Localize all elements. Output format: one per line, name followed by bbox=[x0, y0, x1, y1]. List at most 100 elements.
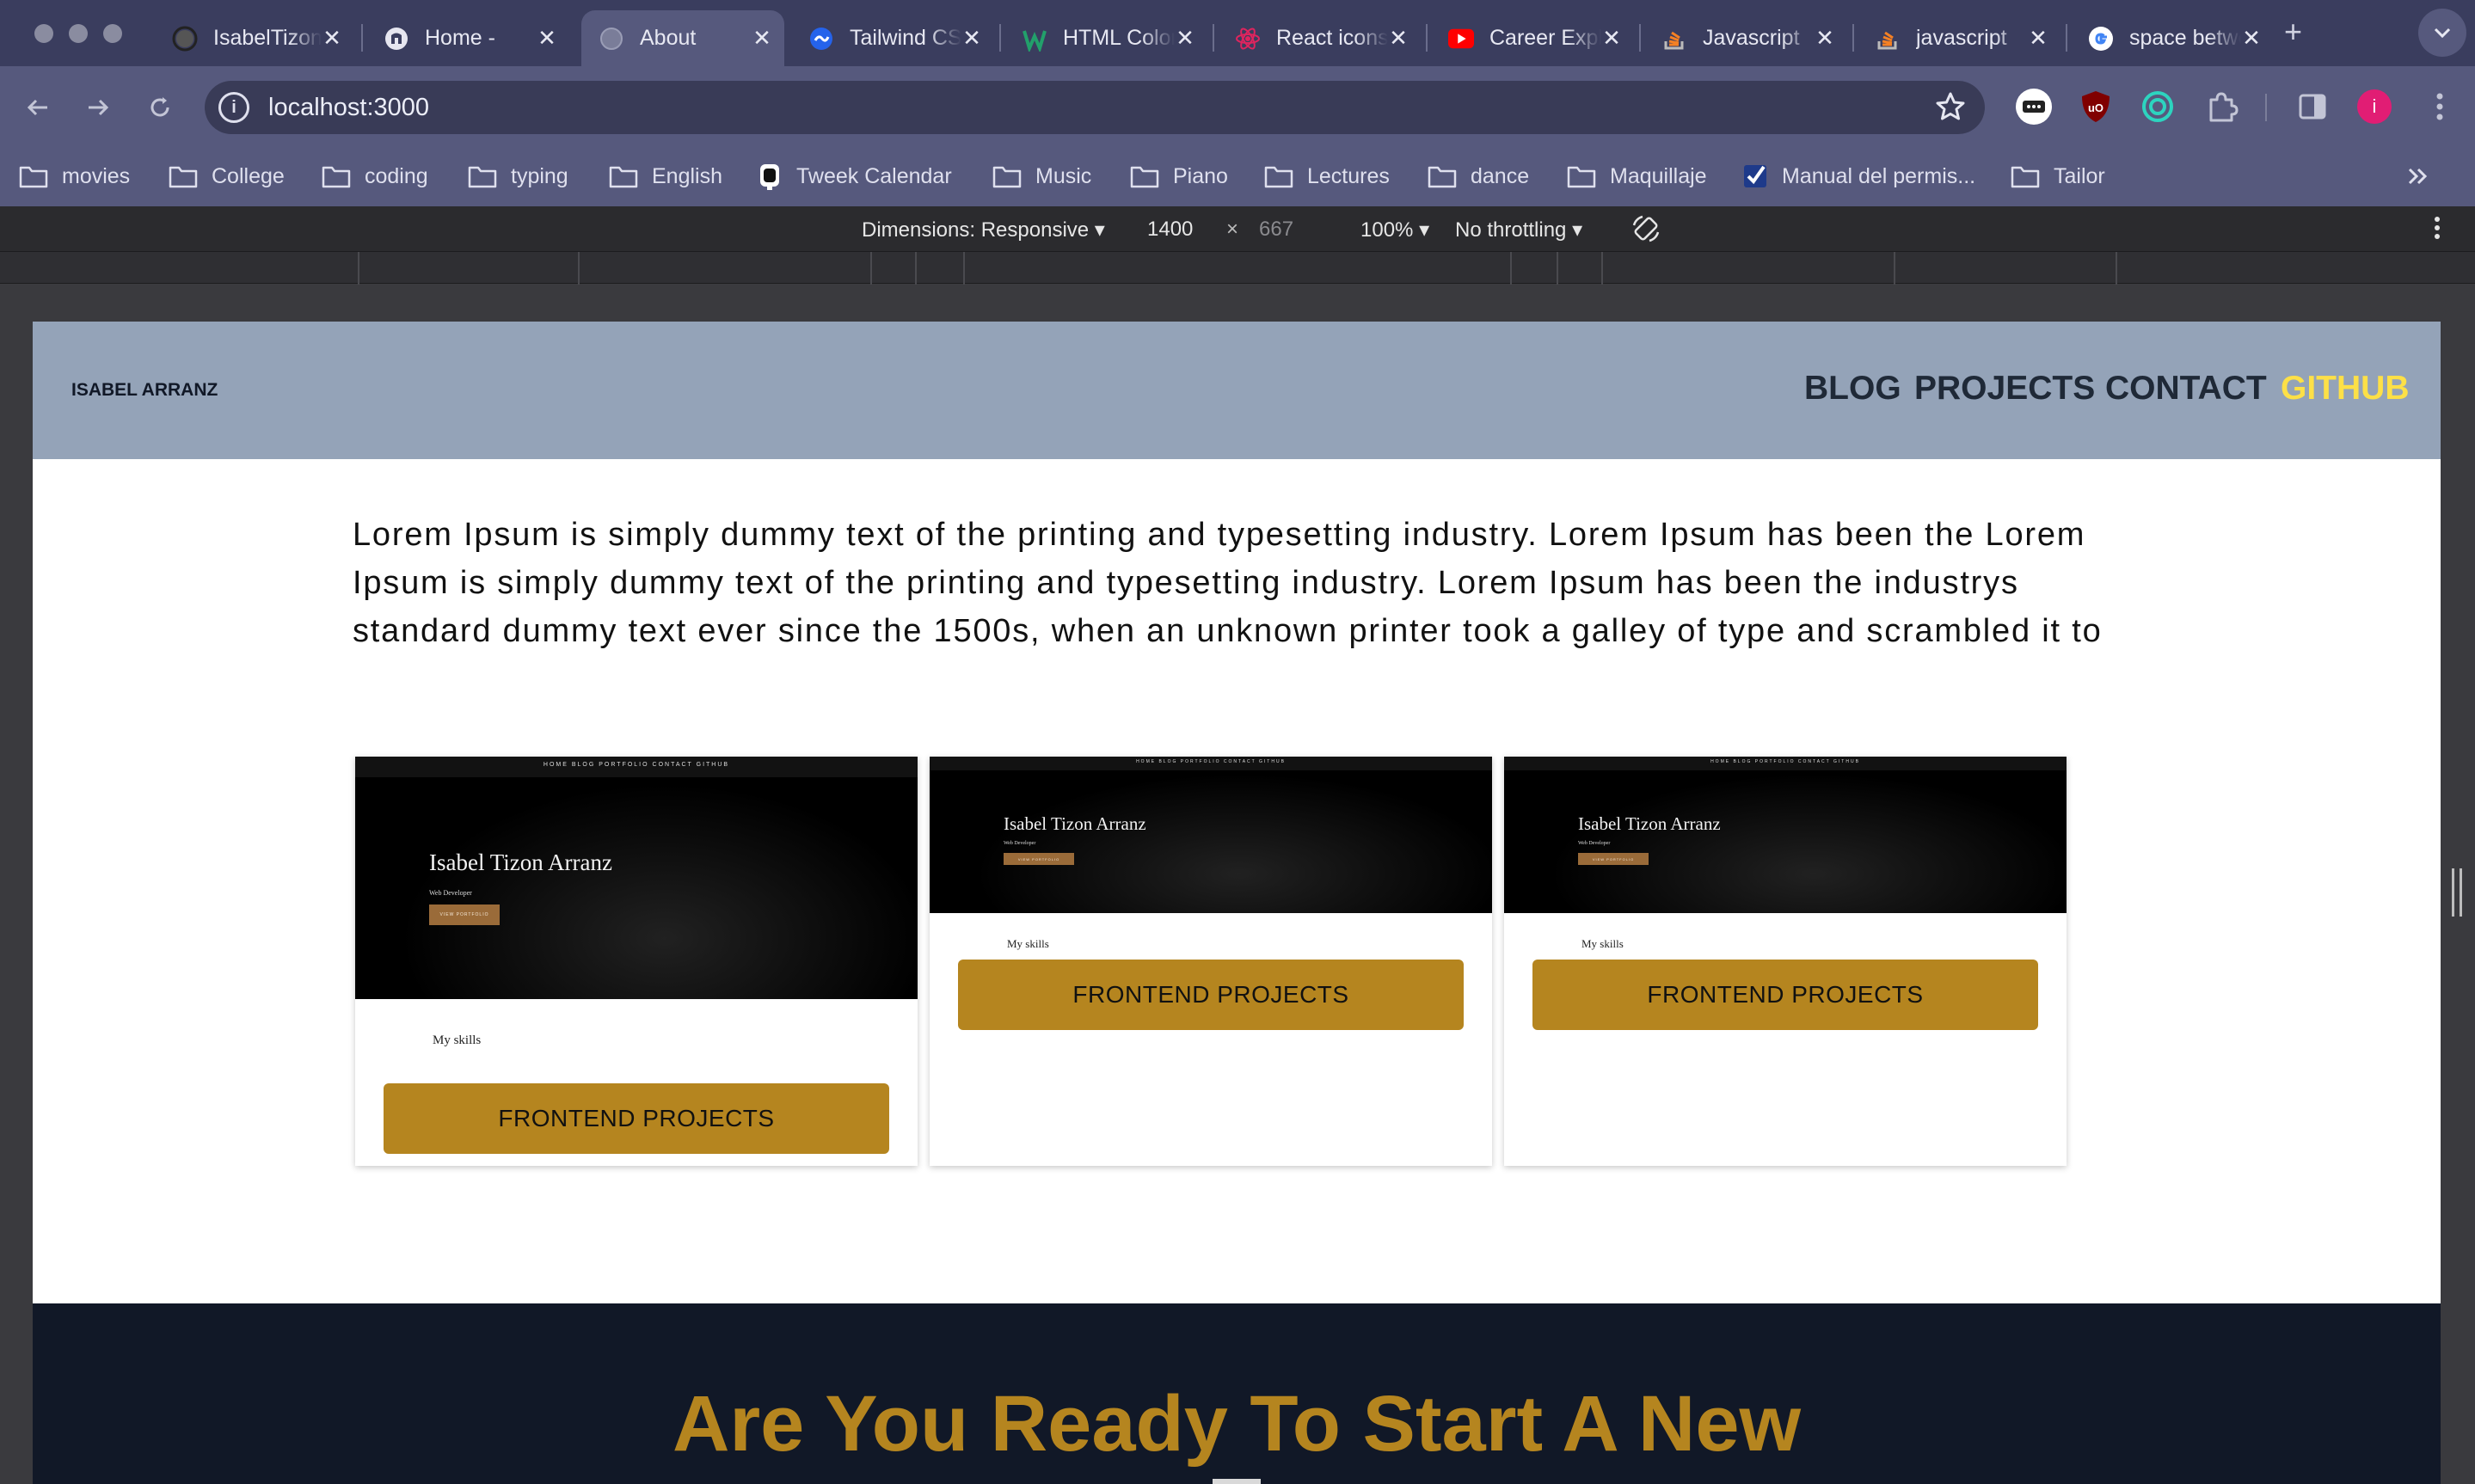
extension-button[interactable] bbox=[2012, 85, 2055, 128]
close-tab-icon[interactable]: ✕ bbox=[1388, 25, 1409, 52]
breakpoint-marker[interactable] bbox=[2116, 252, 2117, 285]
nav-blog[interactable]: BLOG bbox=[1804, 370, 1901, 408]
nav-projects[interactable]: PROJECTS bbox=[1914, 370, 2095, 408]
minimize-window-button[interactable] bbox=[69, 24, 88, 43]
project-preview-image[interactable]: HOME BLOG PORTFOLIO CONTACT GITHUB Isabe… bbox=[1504, 757, 2067, 913]
close-tab-icon[interactable]: ✕ bbox=[752, 25, 772, 52]
viewport-bottom-resize-handle[interactable] bbox=[1213, 1479, 1261, 1484]
profile-button[interactable]: i bbox=[2353, 85, 2396, 128]
close-tab-icon[interactable]: ✕ bbox=[1815, 25, 1835, 52]
breakpoint-marker[interactable] bbox=[578, 252, 580, 285]
close-window-button[interactable] bbox=[34, 24, 53, 43]
breakpoint-marker[interactable] bbox=[1510, 252, 1512, 285]
tab-home[interactable]: Home - ✕ bbox=[366, 10, 569, 66]
close-tab-icon[interactable]: ✕ bbox=[961, 25, 982, 52]
bookmark-typing[interactable]: typing bbox=[468, 156, 568, 196]
dimensions-dropdown[interactable]: Dimensions: Responsive ▾ bbox=[862, 218, 1105, 242]
device-toolbar-menu-button[interactable] bbox=[2434, 215, 2441, 241]
bookmark-tailor[interactable]: Tailor bbox=[2011, 156, 2105, 196]
url-text[interactable]: localhost:3000 bbox=[268, 94, 429, 122]
tab-divider bbox=[1213, 24, 1214, 52]
bookmark-lectures[interactable]: Lectures bbox=[1264, 156, 1390, 196]
bookmark-label: Music bbox=[1035, 163, 1092, 188]
height-input[interactable]: 667 bbox=[1259, 218, 1293, 242]
breakpoint-marker[interactable] bbox=[358, 252, 359, 285]
extension-button[interactable] bbox=[2136, 85, 2179, 128]
site-header: ISABEL ARRANZ BLOG PROJECTS CONTACT GITH… bbox=[33, 322, 2441, 459]
more-vertical-icon bbox=[2434, 215, 2441, 241]
tab-react-icons[interactable]: React icons ✕ bbox=[1218, 10, 1421, 66]
project-preview-image[interactable]: HOME BLOG PORTFOLIO CONTACT GITHUB Isabe… bbox=[355, 757, 918, 999]
new-tab-button[interactable]: + bbox=[2284, 14, 2302, 50]
maximize-window-button[interactable] bbox=[103, 24, 122, 43]
globe-icon bbox=[599, 26, 624, 52]
frontend-projects-button[interactable]: FRONTEND PROJECTS bbox=[1532, 960, 2038, 1030]
breakpoint-marker[interactable] bbox=[1894, 252, 1895, 285]
nav-github[interactable]: GITHUB bbox=[2281, 370, 2410, 408]
tab-search-button[interactable] bbox=[2418, 9, 2466, 57]
bookmark-manual-del-permiso[interactable]: Manual del permis... bbox=[1742, 156, 1975, 196]
viewport-resize-handle[interactable] bbox=[2452, 868, 2462, 917]
tailwind-icon bbox=[808, 26, 834, 52]
frontend-projects-button[interactable]: FRONTEND PROJECTS bbox=[384, 1083, 889, 1154]
address-bar[interactable]: i localhost:3000 bbox=[205, 81, 1985, 134]
bookmark-dance[interactable]: dance bbox=[1428, 156, 1529, 196]
bookmark-college[interactable]: College bbox=[169, 156, 285, 196]
bookmark-star-icon[interactable] bbox=[1933, 89, 1968, 124]
browser-menu-button[interactable] bbox=[2418, 85, 2461, 128]
breakpoint-marker[interactable] bbox=[1601, 252, 1603, 285]
tab-github[interactable]: IsabelTizon ✕ bbox=[155, 10, 354, 66]
tab-javascript-2[interactable]: javascript ✕ bbox=[1858, 10, 2060, 66]
shield-icon: uO bbox=[2080, 89, 2111, 124]
media-query-bar bbox=[0, 251, 2475, 285]
breakpoint-marker[interactable] bbox=[870, 252, 872, 285]
tab-title: About bbox=[640, 26, 697, 50]
bookmark-movies[interactable]: movies bbox=[19, 156, 130, 196]
project-preview-image[interactable]: HOME BLOG PORTFOLIO CONTACT GITHUB Isabe… bbox=[930, 757, 1492, 913]
site-info-icon[interactable]: i bbox=[218, 92, 249, 123]
breakpoint-marker[interactable] bbox=[1557, 252, 1558, 285]
tab-space-between[interactable]: space between ✕ bbox=[2071, 10, 2274, 66]
tab-career-explorer[interactable]: Career Explorer ✕ bbox=[1431, 10, 1634, 66]
preview-name: Isabel Tizon Arranz bbox=[1578, 813, 1721, 834]
rotate-button[interactable] bbox=[1631, 213, 1661, 244]
close-tab-icon[interactable]: ✕ bbox=[322, 25, 342, 52]
nav-contact[interactable]: CONTACT bbox=[2105, 370, 2267, 408]
extensions-menu-button[interactable] bbox=[2200, 85, 2243, 128]
tab-title: javascript bbox=[1916, 26, 2007, 50]
zoom-dropdown[interactable]: 100% ▾ bbox=[1360, 218, 1429, 242]
width-input[interactable]: 1400 bbox=[1147, 218, 1193, 242]
throttling-label: No throttling bbox=[1455, 218, 1567, 242]
bookmark-tweek-calendar[interactable]: Tweek Calendar bbox=[757, 156, 952, 196]
reload-button[interactable] bbox=[139, 87, 181, 128]
side-panel-button[interactable] bbox=[2291, 85, 2334, 128]
bookmark-label: English bbox=[652, 163, 722, 188]
frontend-projects-button[interactable]: FRONTEND PROJECTS bbox=[958, 960, 1464, 1030]
forward-button[interactable] bbox=[77, 87, 119, 128]
tab-about[interactable]: About ✕ bbox=[581, 10, 784, 66]
bookmark-piano[interactable]: Piano bbox=[1130, 156, 1228, 196]
breakpoint-marker[interactable] bbox=[963, 252, 965, 285]
bookmark-english[interactable]: English bbox=[609, 156, 722, 196]
ublock-extension-button[interactable]: uO bbox=[2074, 85, 2117, 128]
bookmark-music[interactable]: Music bbox=[992, 156, 1091, 196]
back-button[interactable] bbox=[17, 87, 58, 128]
tab-html-color[interactable]: HTML Color ✕ bbox=[1004, 10, 1207, 66]
close-tab-icon[interactable]: ✕ bbox=[2241, 25, 2262, 52]
react-icon bbox=[1235, 26, 1261, 52]
bookmark-maquillaje[interactable]: Maquillaje bbox=[1567, 156, 1707, 196]
close-tab-icon[interactable]: ✕ bbox=[2028, 25, 2048, 52]
more-bookmarks-button[interactable] bbox=[2406, 156, 2430, 196]
tab-title: Tailwind CSS bbox=[850, 26, 961, 50]
arrow-left-icon bbox=[25, 95, 51, 120]
close-tab-icon[interactable]: ✕ bbox=[1601, 25, 1622, 52]
bookmark-coding[interactable]: coding bbox=[322, 156, 428, 196]
tab-tailwind[interactable]: Tailwind CSS ✕ bbox=[791, 10, 994, 66]
tab-javascript-1[interactable]: Javascript ✕ bbox=[1644, 10, 1847, 66]
throttling-dropdown[interactable]: No throttling ▾ bbox=[1455, 218, 1582, 242]
close-tab-icon[interactable]: ✕ bbox=[537, 25, 557, 52]
close-tab-icon[interactable]: ✕ bbox=[1175, 25, 1195, 52]
avatar: i bbox=[2357, 89, 2392, 124]
site-logo[interactable]: ISABEL ARRANZ bbox=[71, 380, 218, 401]
breakpoint-marker[interactable] bbox=[915, 252, 917, 285]
